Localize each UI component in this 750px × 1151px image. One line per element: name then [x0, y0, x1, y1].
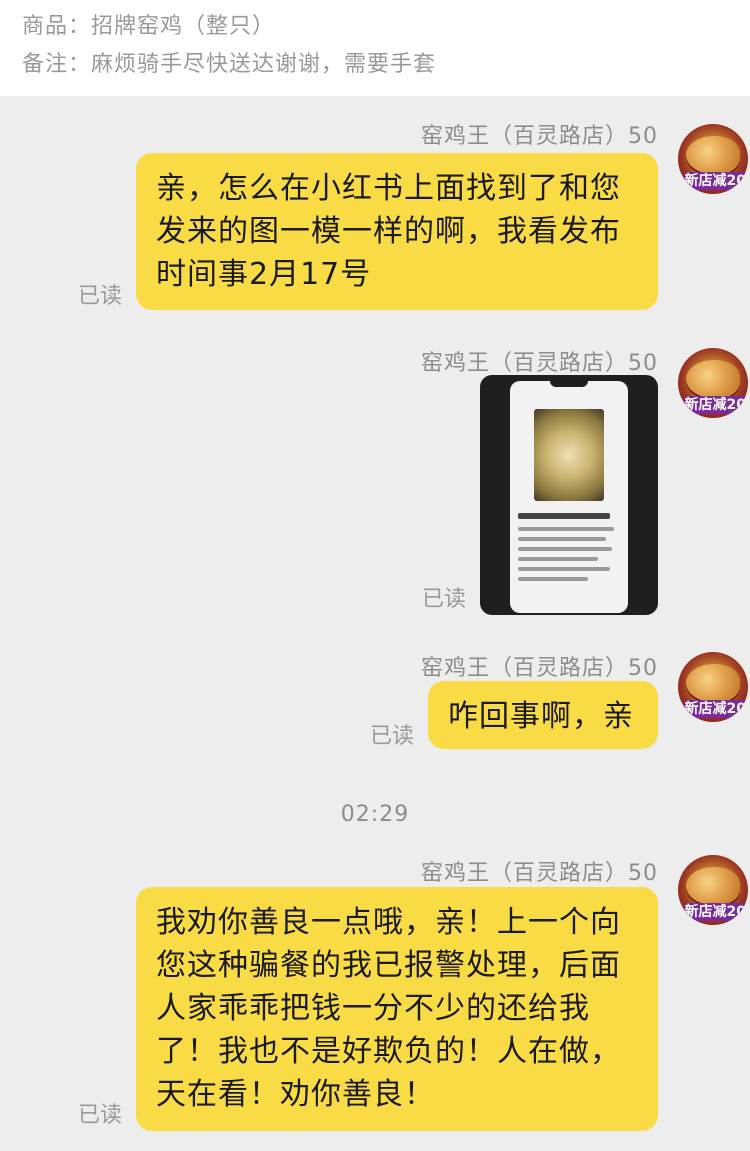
phone-notch	[550, 381, 588, 387]
store-avatar[interactable]: 新店减20	[678, 652, 748, 722]
sender-name: 窑鸡王（百灵路店）50	[421, 861, 658, 886]
read-status: 已读	[78, 1103, 123, 1128]
promo-badge: 新店减20	[684, 172, 748, 190]
order-product-label: 商品：	[22, 14, 92, 39]
store-avatar[interactable]: 新店减20	[678, 348, 748, 418]
store-avatar[interactable]: 新店减20	[678, 855, 748, 925]
chat-timestamp: 02:29	[340, 802, 410, 827]
screenshot-thumbnail	[510, 381, 628, 613]
read-status: 已读	[422, 587, 467, 612]
roast-chicken-icon	[686, 360, 740, 398]
post-text-line	[518, 547, 612, 551]
read-status: 已读	[78, 284, 123, 309]
order-note-label: 备注：	[22, 52, 92, 77]
order-product-row: 商品：招牌窑鸡（整只）	[22, 8, 275, 40]
message-bubble[interactable]: 我劝你善良一点哦，亲！上一个向您这种骗餐的我已报警处理，后面人家乖乖把钱一分不少…	[136, 887, 658, 1131]
order-note-row: 备注：麻烦骑手尽快送达谢谢，需要手套	[22, 46, 436, 78]
order-info-card: 商品：招牌窑鸡（整只） 备注：麻烦骑手尽快送达谢谢，需要手套	[0, 0, 750, 96]
post-text-line	[518, 537, 606, 541]
image-message[interactable]	[480, 375, 658, 615]
roast-chicken-icon	[686, 136, 740, 174]
message-bubble[interactable]: 亲，怎么在小红书上面找到了和您发来的图一模一样的啊，我看发布时间事2月17号	[136, 153, 658, 310]
post-text-line	[518, 527, 614, 531]
post-title-line	[518, 513, 610, 519]
message-bubble[interactable]: 咋回事啊，亲	[428, 681, 658, 749]
promo-badge: 新店减20	[684, 396, 748, 414]
roast-chicken-icon	[686, 664, 740, 702]
order-note-value: 麻烦骑手尽快送达谢谢，需要手套	[91, 52, 437, 77]
promo-badge: 新店减20	[684, 700, 748, 718]
sender-name: 窑鸡王（百灵路店）50	[421, 124, 658, 149]
store-avatar[interactable]: 新店减20	[678, 124, 748, 194]
post-text-line	[518, 577, 588, 581]
promo-badge: 新店减20	[684, 903, 748, 921]
sender-name: 窑鸡王（百灵路店）50	[421, 351, 658, 376]
order-product-value: 招牌窑鸡（整只）	[91, 14, 276, 39]
read-status: 已读	[370, 724, 415, 749]
post-text-line	[518, 567, 610, 571]
sender-name: 窑鸡王（百灵路店）50	[421, 656, 658, 681]
post-text-line	[518, 557, 598, 561]
food-photo	[534, 409, 604, 501]
roast-chicken-icon	[686, 867, 740, 905]
